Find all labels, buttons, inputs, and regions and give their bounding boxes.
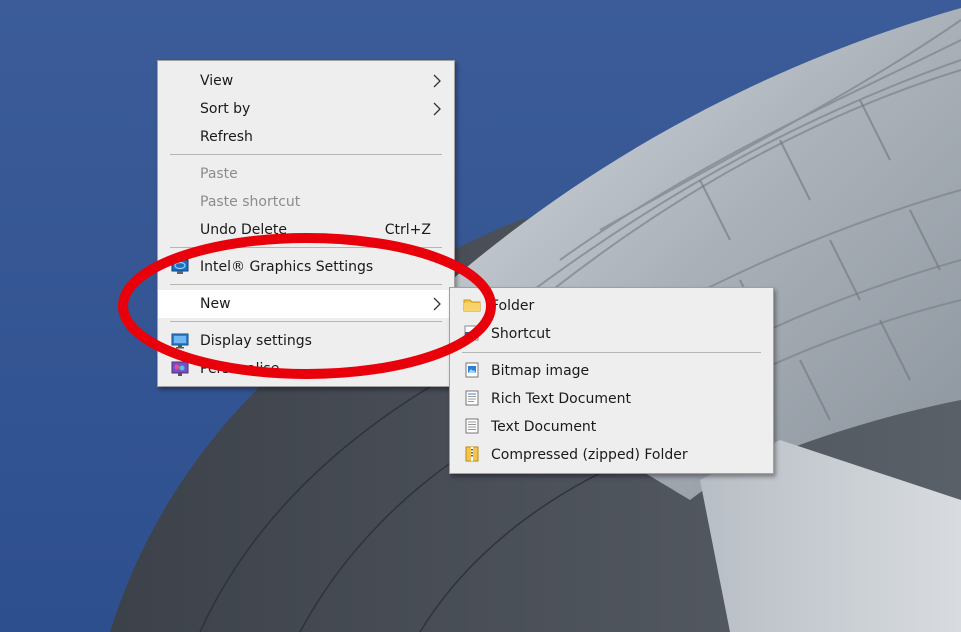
desktop-context-menu: View Sort by Refresh Paste Paste shortcu… — [157, 60, 455, 387]
rich-text-document-icon — [465, 390, 479, 406]
menu-item-label: Personalise — [200, 361, 280, 377]
submenu-item-rich-text-document[interactable]: Rich Text Document — [450, 385, 773, 413]
menu-item-intel-graphics-settings[interactable]: Intel® Graphics Settings — [158, 253, 454, 281]
menu-separator — [462, 352, 761, 353]
menu-item-label: Intel® Graphics Settings — [200, 259, 374, 275]
intel-graphics-icon — [171, 259, 189, 274]
menu-item-label: Display settings — [200, 333, 312, 349]
submenu-item-label: Compressed (zipped) Folder — [491, 447, 688, 463]
zip-folder-icon — [465, 446, 479, 462]
shortcut-icon — [464, 325, 479, 341]
menu-item-undo-delete[interactable]: Undo Delete Ctrl+Z — [158, 216, 454, 244]
submenu-item-label: Shortcut — [491, 326, 551, 342]
menu-item-personalise[interactable]: Personalise — [158, 355, 454, 383]
submenu-item-label: Rich Text Document — [491, 391, 631, 407]
chevron-right-icon — [433, 297, 441, 311]
menu-separator — [170, 284, 442, 285]
menu-separator — [170, 154, 442, 155]
display-icon — [171, 333, 189, 349]
menu-separator — [170, 321, 442, 322]
chevron-right-icon — [433, 74, 441, 88]
menu-item-paste[interactable]: Paste — [158, 160, 454, 188]
submenu-item-text-document[interactable]: Text Document — [450, 413, 773, 441]
menu-item-shortcut: Ctrl+Z — [384, 222, 431, 238]
personalise-icon — [171, 361, 189, 376]
submenu-item-shortcut[interactable]: Shortcut — [450, 320, 773, 348]
menu-item-new[interactable]: New — [158, 290, 454, 318]
bitmap-image-icon — [465, 362, 479, 378]
menu-item-label: New — [200, 296, 231, 312]
submenu-item-label: Folder — [491, 298, 535, 314]
submenu-item-folder[interactable]: Folder — [450, 292, 773, 320]
folder-icon — [463, 299, 481, 312]
submenu-item-bitmap-image[interactable]: Bitmap image — [450, 357, 773, 385]
menu-separator — [170, 247, 442, 248]
new-submenu: Folder Shortcut Bitmap image Rich Text D… — [449, 287, 774, 474]
menu-item-label: Paste — [200, 166, 238, 182]
menu-item-sort-by[interactable]: Sort by — [158, 95, 454, 123]
menu-item-display-settings[interactable]: Display settings — [158, 327, 454, 355]
menu-item-label: Paste shortcut — [200, 194, 301, 210]
chevron-right-icon — [433, 102, 441, 116]
menu-item-label: Undo Delete — [200, 222, 288, 238]
submenu-item-compressed-zipped-folder[interactable]: Compressed (zipped) Folder — [450, 441, 773, 469]
menu-item-label: Sort by — [200, 101, 251, 117]
submenu-item-label: Bitmap image — [491, 363, 590, 379]
submenu-item-label: Text Document — [491, 419, 597, 435]
text-document-icon — [465, 418, 479, 434]
menu-item-label: View — [200, 73, 234, 89]
menu-item-label: Refresh — [200, 129, 253, 145]
menu-item-view[interactable]: View — [158, 67, 454, 95]
menu-item-paste-shortcut[interactable]: Paste shortcut — [158, 188, 454, 216]
menu-item-refresh[interactable]: Refresh — [158, 123, 454, 151]
